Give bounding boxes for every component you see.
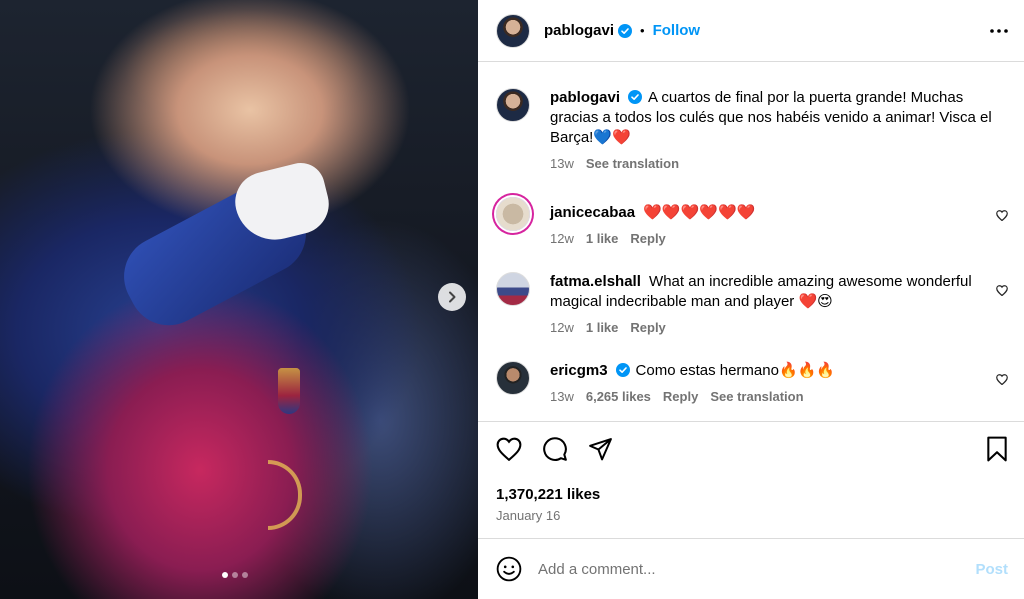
follow-button[interactable]: Follow — [653, 22, 701, 39]
comment-composer: Post — [478, 538, 1024, 599]
comment-likes[interactable]: 1 like — [586, 320, 619, 335]
author-avatar[interactable] — [496, 13, 530, 48]
send-paper-plane-icon — [589, 437, 612, 460]
comment-meta: 12w 1 like Reply — [550, 320, 972, 335]
comment-meta: 13w 6,265 likes Reply See translation — [550, 389, 972, 404]
like-button[interactable] — [496, 437, 522, 461]
comment-text-block: ericgm3 Como estas hermano🔥🔥🔥 — [550, 361, 972, 381]
see-translation-link[interactable]: See translation — [710, 389, 803, 404]
caption-time: 13w — [550, 156, 574, 171]
comment-username[interactable]: janicecabaa — [550, 204, 635, 221]
verified-badge-icon — [618, 23, 633, 38]
header-separator: • — [640, 23, 645, 38]
comment-username[interactable]: fatma.elshall — [550, 273, 641, 290]
commenter-avatar[interactable] — [496, 272, 530, 306]
share-button[interactable] — [588, 437, 613, 462]
reply-button[interactable]: Reply — [663, 389, 698, 404]
reply-button[interactable]: Reply — [630, 320, 665, 335]
heart-outline-icon — [996, 210, 1008, 222]
comment-username[interactable]: ericgm3 — [550, 362, 608, 379]
caption-text-block: pablogavi A cuartos de final por la puert… — [550, 88, 998, 148]
comment-bubble-icon — [543, 437, 567, 461]
carousel-next-button[interactable] — [438, 283, 466, 311]
comments-section[interactable]: pablogavi A cuartos de final por la puert… — [478, 62, 1024, 422]
bookmark-icon — [987, 436, 1007, 462]
comment-meta: 12w 1 like Reply — [550, 231, 972, 246]
comment-likes[interactable]: 1 like — [586, 231, 619, 246]
carousel-indicator — [222, 572, 248, 578]
comment-text-block: fatma.elshall What an incredible amazing… — [550, 272, 972, 312]
heart-outline-icon — [496, 437, 522, 461]
carousel-dot-1 — [222, 572, 228, 578]
caption-username[interactable]: pablogavi — [550, 89, 620, 106]
commenter-avatar[interactable] — [496, 197, 530, 231]
caption-author-avatar[interactable] — [496, 88, 530, 122]
caption: pablogavi A cuartos de final por la puert… — [496, 88, 1008, 171]
comment-time: 12w — [550, 231, 574, 246]
save-button[interactable] — [986, 436, 1008, 462]
comment-text-block: janicecabaa ❤️❤️❤️❤️❤️❤️ — [550, 203, 972, 223]
like-comment-button[interactable] — [996, 208, 1008, 226]
photo-logo-shape — [268, 460, 302, 530]
comment-item: janicecabaa ❤️❤️❤️❤️❤️❤️ 12w 1 like Repl… — [496, 197, 1008, 246]
emoji-picker-button[interactable] — [496, 556, 522, 582]
comment-text: Como estas hermano🔥🔥🔥 — [635, 362, 835, 379]
chevron-right-icon — [449, 291, 456, 303]
comment-item: ericgm3 Como estas hermano🔥🔥🔥 13w 6,265 l… — [496, 361, 1008, 404]
see-translation-link[interactable]: See translation — [586, 156, 679, 171]
author-username[interactable]: pablogavi — [544, 22, 614, 39]
comment-likes[interactable]: 6,265 likes — [586, 389, 651, 404]
comment-item: fatma.elshall What an incredible amazing… — [496, 272, 1008, 335]
heart-outline-icon — [996, 374, 1008, 386]
like-comment-button[interactable] — [996, 283, 1008, 301]
reply-button[interactable]: Reply — [630, 231, 665, 246]
comment-time: 13w — [550, 389, 574, 404]
post-comment-button[interactable]: Post — [975, 561, 1008, 578]
more-options-button[interactable] — [990, 28, 1008, 33]
comment-button[interactable] — [542, 436, 568, 462]
carousel-dot-3 — [242, 572, 248, 578]
post-actions — [496, 436, 1008, 462]
carousel-dot-2 — [232, 572, 238, 578]
photo-crest-shape — [278, 368, 300, 414]
emoji-smile-icon — [496, 556, 522, 582]
verified-badge-icon — [615, 363, 630, 377]
post-header: pablogavi • Follow — [478, 0, 1024, 62]
comment-text: ❤️❤️❤️❤️❤️❤️ — [643, 204, 756, 221]
heart-outline-icon — [996, 285, 1008, 297]
post-date: January 16 — [496, 508, 561, 523]
comment-time: 12w — [550, 320, 574, 335]
caption-meta: 13w See translation — [550, 156, 998, 171]
commenter-avatar[interactable] — [496, 361, 530, 395]
like-comment-button[interactable] — [996, 372, 1008, 390]
verified-badge-icon — [628, 90, 643, 104]
post-photo[interactable] — [0, 0, 478, 599]
add-comment-input[interactable] — [538, 560, 976, 578]
instagram-post: pablogavi • Follow pablogavi A cuartos de… — [0, 0, 1024, 599]
likes-count[interactable]: 1,370,221 likes — [496, 486, 600, 503]
more-horizontal-icon — [990, 28, 1008, 33]
post-details-panel: pablogavi • Follow pablogavi A cuartos de… — [478, 0, 1024, 599]
